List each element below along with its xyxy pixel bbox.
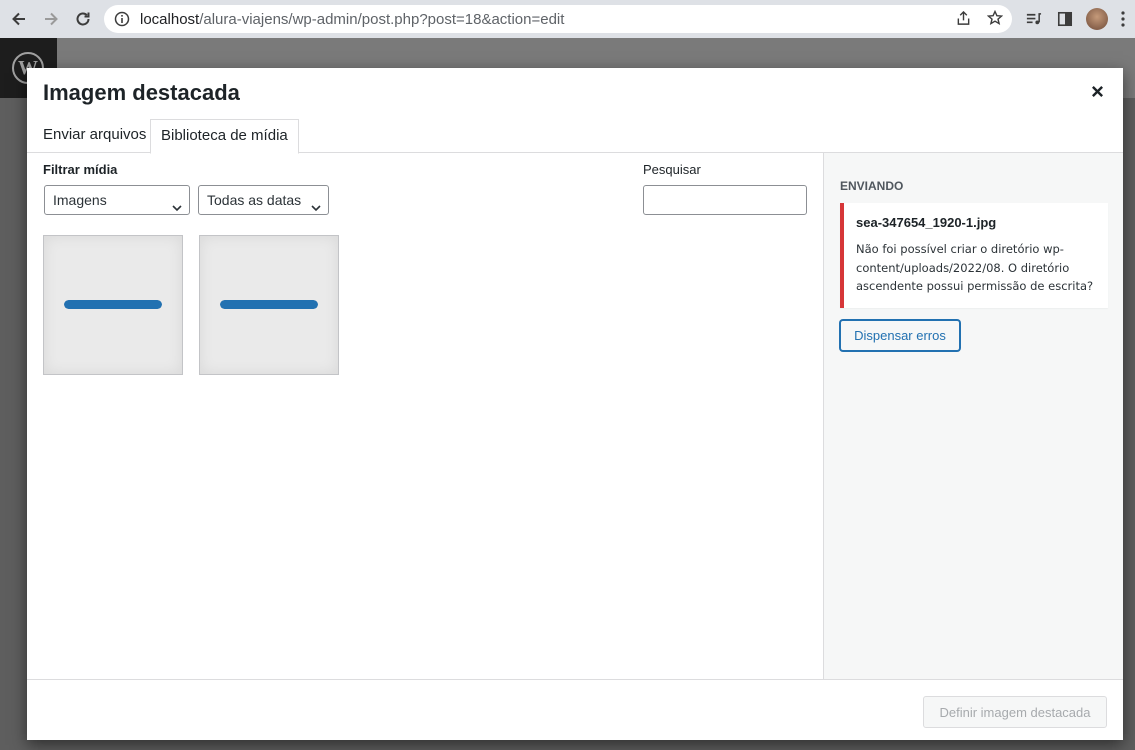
media-type-value: Imagens: [53, 192, 107, 208]
attachment-thumbnail[interactable]: [199, 235, 339, 375]
error-filename: sea-347654_1920-1.jpg: [856, 215, 997, 230]
tab-media-library[interactable]: Biblioteca de mídia: [150, 119, 299, 154]
tab-upload-files[interactable]: Enviar arquivos: [33, 119, 156, 153]
share-icon[interactable]: [954, 9, 972, 27]
media-control-icon[interactable]: [1022, 8, 1044, 30]
upload-progress-bar: [64, 300, 162, 309]
featured-image-modal: Imagem destacada Enviar arquivos Bibliot…: [27, 68, 1123, 740]
upload-progress-fill: [220, 300, 318, 309]
modal-title: Imagem destacada: [43, 80, 240, 105]
media-date-value: Todas as datas: [207, 192, 302, 208]
dismiss-errors-button[interactable]: Dispensar erros: [840, 320, 960, 351]
media-date-select[interactable]: Todas as datas: [198, 185, 329, 215]
chevron-down-icon: [310, 195, 322, 212]
bookmark-star-icon[interactable]: [986, 9, 1004, 27]
more-menu-icon[interactable]: [1118, 8, 1128, 30]
media-browser: Filtrar mídia Imagens Todas as datas Pes…: [27, 153, 823, 679]
browser-toolbar: localhost/alura-viajens/wp-admin/post.ph…: [0, 0, 1135, 38]
media-type-select[interactable]: Imagens: [44, 185, 190, 215]
search-input[interactable]: [643, 185, 807, 215]
reload-icon[interactable]: [68, 4, 98, 34]
back-icon[interactable]: [4, 4, 34, 34]
set-featured-image-button[interactable]: Definir imagem destacada: [923, 696, 1107, 728]
upload-error-notice: sea-347654_1920-1.jpg Não foi possível c…: [840, 203, 1108, 308]
search-label: Pesquisar: [643, 162, 701, 177]
uploading-heading: ENVIANDO: [840, 179, 904, 193]
modal-tabs: Enviar arquivos Biblioteca de mídia: [27, 119, 1123, 154]
close-icon[interactable]: [1091, 85, 1104, 103]
attachment-thumbnail[interactable]: [43, 235, 183, 375]
upload-progress-fill: [64, 300, 162, 309]
forward-icon[interactable]: [36, 4, 66, 34]
upload-sidebar: ENVIANDO sea-347654_1920-1.jpg Não foi p…: [823, 153, 1123, 679]
side-panel-icon[interactable]: [1054, 8, 1076, 30]
address-bar[interactable]: localhost/alura-viajens/wp-admin/post.ph…: [104, 5, 1012, 33]
chevron-down-icon: [171, 195, 183, 212]
modal-toolbar: Definir imagem destacada: [27, 679, 1123, 740]
url-path: /alura-viajens/wp-admin/post.php?post=18…: [199, 10, 565, 28]
info-icon[interactable]: [114, 11, 130, 27]
error-message: Não foi possível criar o diretório wp-co…: [856, 242, 1094, 293]
upload-progress-bar: [220, 300, 318, 309]
close-button[interactable]: [1087, 84, 1107, 104]
profile-avatar[interactable]: [1086, 8, 1108, 30]
url-host: localhost: [140, 10, 200, 28]
filter-media-label: Filtrar mídia: [43, 162, 118, 177]
